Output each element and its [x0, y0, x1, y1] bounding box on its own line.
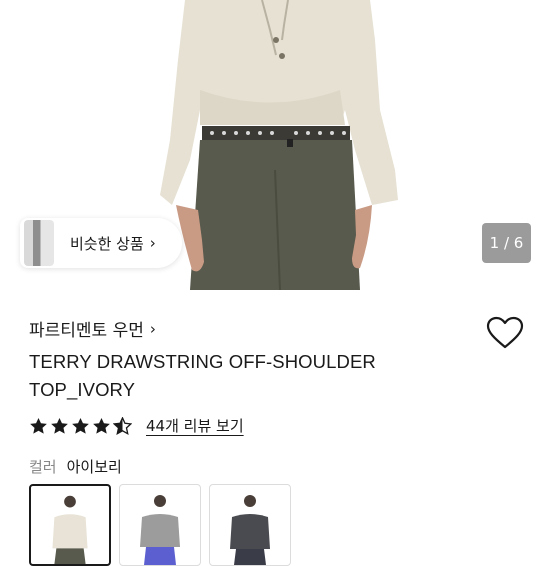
swatch-thumbnail [230, 495, 270, 565]
star-rating [29, 416, 134, 435]
product-title: TERRY DRAWSTRING OFF-SHOULDER TOP_IVORY [29, 348, 469, 404]
star-full-icon [93, 417, 110, 434]
swatch-thumbnail [52, 495, 88, 564]
chevron-right-icon: › [149, 234, 156, 252]
product-hero-image[interactable]: 비슷한 상품 › 1 / 6 [0, 0, 554, 290]
rating-row: 44개 리뷰 보기 [29, 415, 244, 436]
chevron-right-icon: › [149, 319, 156, 338]
brand-link[interactable]: 파르티멘토 우먼 › [29, 316, 156, 342]
image-page-counter: 1 / 6 [482, 223, 531, 263]
swatch-thumbnail [140, 495, 180, 565]
star-full-icon [51, 417, 68, 434]
star-half-icon [113, 416, 132, 435]
heart-icon[interactable] [486, 316, 524, 350]
color-label: 컬러 [29, 458, 57, 476]
similar-products-button[interactable]: 비슷한 상품 › [20, 218, 182, 268]
similar-products-thumbnail [24, 220, 54, 266]
product-title-line: TOP_IVORY [29, 379, 136, 400]
star-full-icon [30, 417, 47, 434]
color-value: 아이보리 [66, 458, 122, 476]
brand-name: 파르티멘토 우먼 [29, 321, 144, 341]
star-full-icon [72, 417, 89, 434]
similar-products-label: 비슷한 상품 [70, 234, 144, 253]
review-link[interactable]: 44개 리뷰 보기 [146, 415, 244, 436]
color-option-row: 컬러 아이보리 [29, 456, 122, 477]
product-title-line: TERRY DRAWSTRING OFF-SHOULDER [29, 351, 376, 372]
